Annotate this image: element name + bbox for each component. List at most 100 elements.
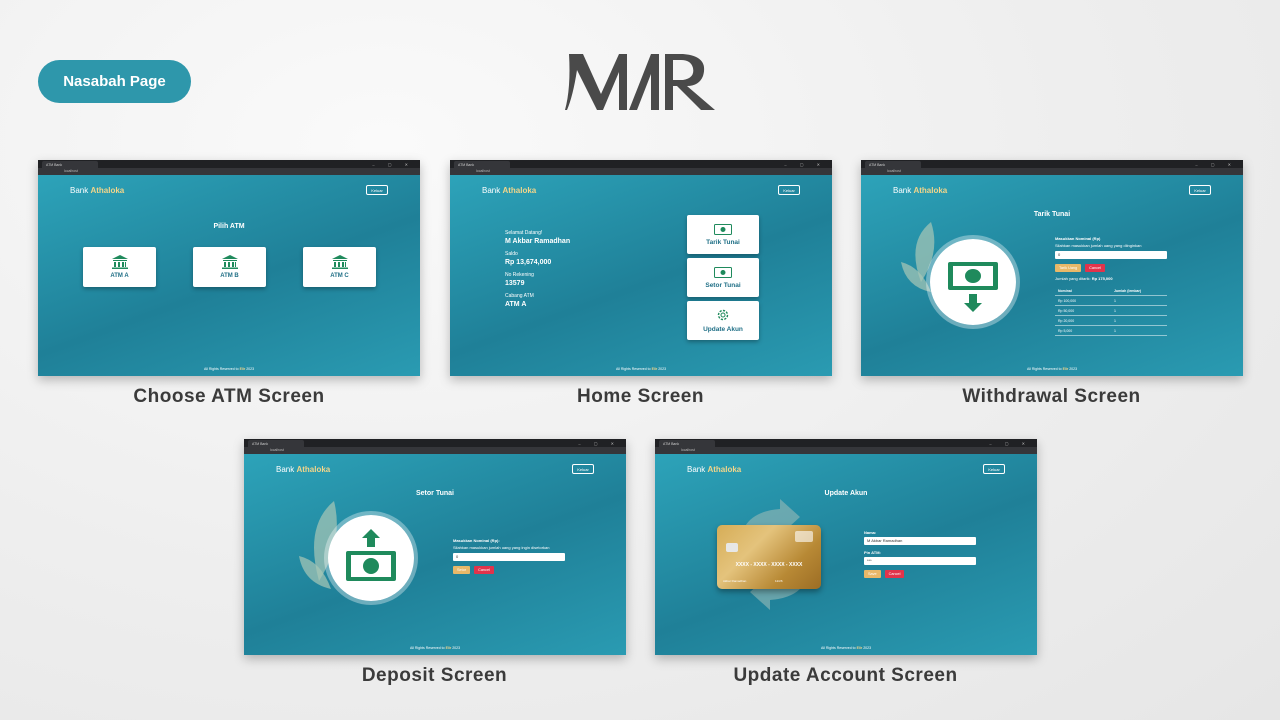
denomination-table: Nominal Jumlah (lembar) Rp 100,000 1 Rp 50…: [1055, 286, 1167, 336]
cancel-button[interactable]: Cancel: [1085, 264, 1105, 272]
bank-icon: [221, 255, 238, 269]
footer-name: Elir: [445, 646, 452, 650]
choose-atm-screenshot: ATM Bank – ▢ ✕ localhost Bank Athaloka Ke…: [38, 160, 420, 376]
account-info: Selamat Datang! M Akbar Ramadhan Saldo R…: [505, 230, 570, 314]
brand-name: Athaloka: [913, 186, 948, 195]
branch-label: Cabang ATM: [505, 293, 534, 299]
caption-choose-atm: Choose ATM Screen: [133, 386, 325, 407]
footer: All Rights Reserved to Elir 2023: [655, 646, 1037, 650]
address-bar[interactable]: localhost: [655, 447, 1037, 454]
brand-prefix: Bank: [687, 465, 706, 474]
balance-value: Rp 13,674,000: [505, 259, 552, 266]
window-controls[interactable]: – ▢ ✕: [578, 441, 620, 446]
gear-icon: [717, 309, 729, 321]
cancel-button[interactable]: Cancel: [474, 566, 494, 574]
bank-brand: Bank Athaloka: [482, 186, 536, 195]
footer: All Rights Reserved to Elir 2023: [244, 646, 626, 650]
cash-deposit-icon: [346, 529, 396, 581]
cell-count: 1: [1114, 328, 1116, 333]
deposit-menu-button[interactable]: Setor Tunai: [687, 258, 759, 297]
address-bar[interactable]: localhost: [244, 447, 626, 454]
cell-nominal: Rp 20,000: [1058, 318, 1075, 323]
amount-label: Masukkan Nominal (Rp): [1055, 236, 1101, 241]
footer-name: Elir: [1062, 367, 1069, 371]
footer-name: Elir: [239, 367, 246, 371]
name-label: Nama:: [864, 530, 877, 535]
total-value: Rp 175,000: [1091, 276, 1113, 281]
cell-nominal: Rp 100,000: [1058, 298, 1077, 303]
table-row: Rp 50,000 1: [1055, 306, 1167, 316]
withdraw-form: Masukkan Nominal (Rp) Silahkan masukkan …: [1055, 236, 1167, 336]
deposit-screenshot: ATM Bank – ▢ ✕ localhost Bank Athaloka Ke…: [244, 439, 626, 655]
bank-brand: Bank Athaloka: [687, 465, 741, 474]
window-controls[interactable]: – ▢ ✕: [989, 441, 1031, 446]
cell-nominal: Rp 50,000: [1058, 308, 1075, 313]
table-header: Nominal Jumlah (lembar): [1055, 286, 1167, 296]
window-controls[interactable]: – ▢ ✕: [1195, 162, 1237, 167]
menu-label: Tarik Tunai: [706, 238, 740, 246]
name-input[interactable]: M Akbar Ramadhan: [864, 537, 976, 545]
caption-deposit: Deposit Screen: [361, 665, 508, 686]
footer-year: 2023: [863, 646, 872, 650]
logout-button[interactable]: Keluar: [1189, 185, 1211, 195]
address-bar[interactable]: localhost: [38, 168, 420, 175]
update-account-menu-button[interactable]: Update Akun: [687, 301, 759, 340]
caption-home: Home Screen: [577, 386, 704, 407]
brand-name: Athaloka: [296, 465, 331, 474]
atm-c-card[interactable]: ATM C: [303, 247, 376, 287]
brand-prefix: Bank: [276, 465, 295, 474]
brand-prefix: Bank: [482, 186, 501, 195]
footer-prefix: All Rights Reserved to: [1026, 367, 1062, 371]
address-bar[interactable]: localhost: [450, 168, 832, 175]
chip-icon: [726, 543, 738, 552]
withdrawal-screenshot: ATM Bank – ▢ ✕ localhost Bank Athaloka Ke…: [861, 160, 1243, 376]
bank-icon: [331, 255, 348, 269]
amount-input[interactable]: 0: [1055, 251, 1167, 259]
caption-withdrawal: Withdrawal Screen: [962, 386, 1141, 407]
footer-prefix: All Rights Reserved to: [615, 367, 651, 371]
logout-button[interactable]: Keluar: [983, 464, 1005, 474]
cash-icon: [714, 266, 732, 278]
card-expiry: 12/26: [775, 579, 783, 583]
amount-input[interactable]: 0: [453, 553, 565, 561]
window-controls[interactable]: – ▢ ✕: [784, 162, 826, 167]
bank-brand: Bank Athaloka: [276, 465, 330, 474]
card-holder: Akbar Ramadhan: [723, 579, 747, 583]
branch-value: ATM A: [505, 301, 527, 308]
url-text: localhost: [476, 169, 490, 173]
atm-b-card[interactable]: ATM B: [193, 247, 266, 287]
withdraw-menu-button[interactable]: Tarik Tunai: [687, 215, 759, 254]
footer: All Rights Reserved to Elir 2023: [861, 367, 1243, 371]
atm-label: ATM C: [330, 273, 349, 279]
address-bar[interactable]: localhost: [861, 168, 1243, 175]
pin-input[interactable]: ***: [864, 557, 976, 565]
logout-button[interactable]: Keluar: [778, 185, 800, 195]
update-account-screenshot: ATM Bank – ▢ ✕ localhost Bank Athaloka Ke…: [655, 439, 1037, 655]
logout-button[interactable]: Keluar: [366, 185, 388, 195]
withdraw-title: Tarik Tunai: [1033, 211, 1071, 218]
balance-label: Saldo: [505, 251, 518, 257]
footer-year: 2023: [1069, 367, 1078, 371]
brand-prefix: Bank: [70, 186, 89, 195]
update-title: Update Akun: [824, 490, 868, 497]
caption-update-account: Update Account Screen: [733, 665, 958, 686]
deposit-submit-button[interactable]: Setor: [453, 566, 471, 574]
save-button[interactable]: Save: [864, 570, 881, 578]
withdraw-submit-button[interactable]: Tarik Uang: [1055, 264, 1082, 272]
brand-name: Athaloka: [707, 465, 742, 474]
window-controls[interactable]: – ▢ ✕: [372, 162, 414, 167]
amount-hint: Silahkan masukkan jumlah uang yang ingin…: [453, 545, 550, 550]
menu-label: Update Akun: [703, 326, 743, 333]
logout-button[interactable]: Keluar: [572, 464, 594, 474]
pin-label: Pin ATM:: [864, 550, 881, 555]
atm-a-card[interactable]: ATM A: [83, 247, 156, 287]
withdraw-total: Jumlah yang ditarik: Rp 175,000: [1055, 276, 1167, 281]
page-title-badge: Nasabah Page: [38, 60, 191, 103]
cell-count: 1: [1114, 298, 1116, 303]
atm-label: ATM A: [110, 273, 129, 279]
cancel-button[interactable]: Cancel: [884, 570, 905, 578]
cash-withdraw-icon: [948, 262, 998, 312]
greeting-label: Selamat Datang!: [505, 230, 543, 236]
cell-count: 1: [1114, 318, 1116, 323]
url-text: localhost: [681, 448, 695, 452]
